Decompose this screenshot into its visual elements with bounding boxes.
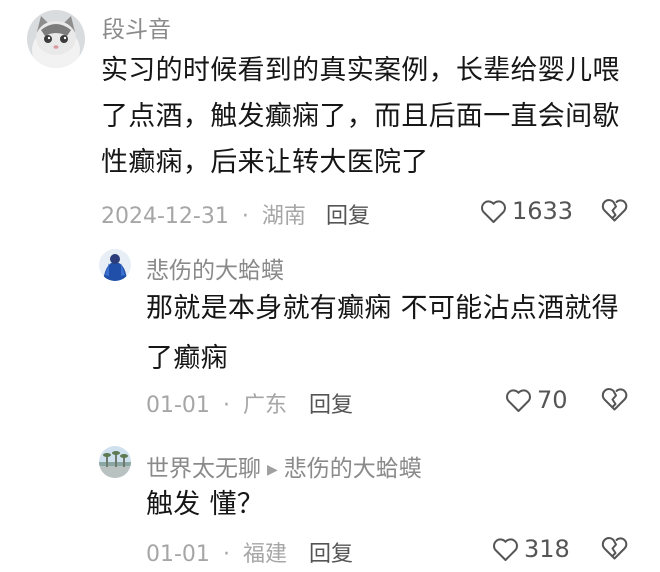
heart-icon xyxy=(493,537,518,561)
comment-location: 福建 xyxy=(242,542,287,567)
meta-separator: · xyxy=(241,204,249,229)
like-count: 70 xyxy=(537,386,568,414)
reply-target[interactable]: 悲伤的大蛤蟆 xyxy=(284,456,422,482)
comment-text-line: 了点酒，触发癫痫了，而且后面一直会间歇 xyxy=(101,101,620,132)
comment-username[interactable]: 悲伤的大蛤蟆 xyxy=(146,251,284,285)
like-button[interactable]: 70 xyxy=(505,386,568,414)
cat-avatar-icon xyxy=(27,10,85,68)
user-avatar[interactable] xyxy=(27,10,85,68)
comment-date: 01-01 xyxy=(146,393,210,418)
comment-date: 2024-12-31 xyxy=(101,204,229,229)
comment-username[interactable]: 段斗音 xyxy=(102,10,171,44)
comment-text-line: 了癫痫 xyxy=(146,343,228,374)
comment-meta: 2024-12-31 · 湖南 xyxy=(101,198,306,230)
comment-text-line: 触发 懂？ xyxy=(146,489,265,520)
figure-avatar-icon xyxy=(99,249,131,281)
dislike-button[interactable] xyxy=(601,197,628,223)
reply-arrow-icon: ▶ xyxy=(267,462,278,478)
like-count: 1633 xyxy=(512,197,574,225)
comment-username: 世界太无聊 ▶ 悲伤的大蛤蟆 xyxy=(146,449,422,483)
like-button[interactable]: 1633 xyxy=(480,197,573,225)
user-avatar[interactable] xyxy=(99,249,131,281)
reply-button[interactable]: 回复 xyxy=(309,536,353,568)
comment-text-line: 那就是本身就有癫痫 不可能沾点酒就得 xyxy=(146,293,619,324)
comment-text-line: 性癫痫，后来让转大医院了 xyxy=(101,147,429,178)
comment-location: 广东 xyxy=(242,393,287,418)
reply-button[interactable]: 回复 xyxy=(326,198,370,230)
broken-heart-icon xyxy=(601,199,628,222)
like-count: 318 xyxy=(524,535,570,563)
comment-meta: 01-01 · 福建 xyxy=(146,536,287,568)
comment-text: 触发 懂？ xyxy=(146,482,651,528)
meta-separator: · xyxy=(222,393,230,418)
comment-text: 那就是本身就有癫痫 不可能沾点酒就得 了癫痫 xyxy=(146,286,651,382)
reply-button[interactable]: 回复 xyxy=(309,387,353,419)
meta-separator: · xyxy=(222,542,230,567)
broken-heart-icon xyxy=(601,537,628,560)
dislike-button[interactable] xyxy=(601,535,628,561)
comment-text: 实习的时候看到的真实案例，长辈给婴儿喂 了点酒，触发癫痫了，而且后面一直会间歇 … xyxy=(101,48,651,186)
dislike-button[interactable] xyxy=(601,386,628,412)
broken-heart-icon xyxy=(601,388,628,411)
comment-meta: 01-01 · 广东 xyxy=(146,387,287,419)
reply-author[interactable]: 世界太无聊 xyxy=(146,456,261,482)
heart-icon xyxy=(481,199,506,223)
comment-text-line: 实习的时候看到的真实案例，长辈给婴儿喂 xyxy=(101,55,620,86)
landscape-avatar-icon xyxy=(99,446,131,478)
heart-icon xyxy=(506,388,531,412)
comment-date: 01-01 xyxy=(146,542,210,567)
like-button[interactable]: 318 xyxy=(492,535,570,563)
user-avatar[interactable] xyxy=(99,446,131,478)
comment-location: 湖南 xyxy=(261,204,306,229)
